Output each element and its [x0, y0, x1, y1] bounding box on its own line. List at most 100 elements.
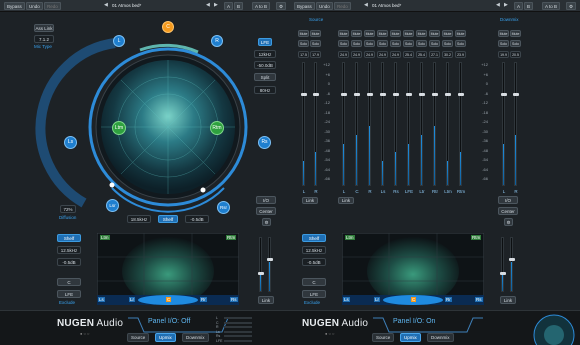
- channel-fader[interactable]: [419, 93, 425, 96]
- mute-button[interactable]: Mute: [351, 30, 362, 37]
- solo-button[interactable]: Solo: [390, 40, 401, 47]
- exclude-c-button[interactable]: C: [302, 278, 326, 286]
- preset-menu-icon[interactable]: ◀: [364, 2, 368, 10]
- io-button[interactable]: I/O: [256, 196, 276, 204]
- mute-button[interactable]: Mute: [510, 30, 521, 37]
- ab-b-button[interactable]: B: [524, 2, 534, 10]
- mute-button[interactable]: Mute: [403, 30, 414, 37]
- lower-shelf-gain[interactable]: -0.5dB: [302, 258, 326, 266]
- exclude-lfe-button[interactable]: LFE: [302, 290, 326, 298]
- reset-gear-icon[interactable]: ⚙: [504, 218, 513, 226]
- mute-button[interactable]: Mute: [455, 30, 466, 37]
- channel-fader[interactable]: [445, 93, 451, 96]
- channel-fader[interactable]: [341, 93, 347, 96]
- speaker-c-icon[interactable]: C: [162, 21, 174, 33]
- solo-button[interactable]: Solo: [364, 40, 375, 47]
- mute-button[interactable]: Mute: [498, 30, 509, 37]
- mute-button[interactable]: Mute: [442, 30, 453, 37]
- tab-source[interactable]: Source: [372, 333, 395, 342]
- split-freq-field[interactable]: 80Hz: [254, 86, 276, 94]
- preset-next-icon[interactable]: ▶: [504, 2, 508, 10]
- speaker-rs-icon[interactable]: Rs: [258, 136, 271, 149]
- center-button[interactable]: Center: [498, 207, 518, 215]
- solo-button[interactable]: Solo: [298, 40, 309, 47]
- speaker-rsr-icon[interactable]: Rsr: [217, 201, 230, 214]
- level-fader[interactable]: [258, 272, 264, 275]
- solo-button[interactable]: Solo: [416, 40, 427, 47]
- shelf-freq-field[interactable]: 18.5kHz: [127, 215, 151, 223]
- tab-downmix[interactable]: Downmix: [182, 333, 209, 342]
- level-fader[interactable]: [509, 258, 515, 261]
- spectrum-display[interactable]: [97, 233, 239, 305]
- lfe-gain-field[interactable]: -50.0dB: [254, 61, 276, 69]
- ab-a-button[interactable]: A: [514, 2, 524, 10]
- reset-gear-icon[interactable]: ⚙: [262, 218, 271, 226]
- solo-button[interactable]: Solo: [510, 40, 521, 47]
- mute-button[interactable]: Mute: [390, 30, 401, 37]
- mute-button[interactable]: Mute: [416, 30, 427, 37]
- lower-shelf-freq[interactable]: 12.5kHz: [57, 246, 81, 254]
- solo-button[interactable]: Solo: [429, 40, 440, 47]
- channels-link-button[interactable]: Link: [338, 197, 354, 204]
- level-fader[interactable]: [500, 272, 506, 275]
- solo-button[interactable]: Solo: [377, 40, 388, 47]
- diffusion-value[interactable]: 72%: [60, 205, 76, 213]
- link-button[interactable]: Link: [258, 296, 274, 304]
- tab-source[interactable]: Source: [127, 333, 150, 342]
- source-link-button[interactable]: Link: [302, 197, 318, 204]
- speaker-l-icon[interactable]: L: [113, 35, 125, 47]
- channel-fader[interactable]: [301, 93, 307, 96]
- mute-button[interactable]: Mute: [310, 30, 321, 37]
- solo-button[interactable]: Solo: [403, 40, 414, 47]
- settings-gear-icon[interactable]: ⚙: [566, 2, 577, 10]
- preset-prev-icon[interactable]: ◀: [496, 2, 500, 10]
- mute-button[interactable]: Mute: [298, 30, 309, 37]
- solo-button[interactable]: Solo: [351, 40, 362, 47]
- shelf-gain-field[interactable]: -0.5dB: [185, 215, 209, 223]
- center-button[interactable]: Center: [256, 207, 276, 215]
- tab-upmix[interactable]: Upmix: [155, 333, 176, 342]
- channel-fader[interactable]: [393, 93, 399, 96]
- channel-fader[interactable]: [380, 93, 386, 96]
- io-button[interactable]: I/O: [498, 196, 518, 204]
- mute-button[interactable]: Mute: [338, 30, 349, 37]
- lower-shelf-button[interactable]: Shelf: [302, 234, 326, 242]
- mic-ltm-icon[interactable]: Ltm: [112, 121, 126, 135]
- exclude-c-button[interactable]: C: [57, 278, 81, 286]
- solo-button[interactable]: Solo: [310, 40, 321, 47]
- mute-button[interactable]: Mute: [377, 30, 388, 37]
- solo-button[interactable]: Solo: [338, 40, 349, 47]
- lower-shelf-freq[interactable]: 12.5kHz: [302, 246, 326, 254]
- channel-fader[interactable]: [354, 93, 360, 96]
- mute-button[interactable]: Mute: [429, 30, 440, 37]
- lower-shelf-button[interactable]: Shelf: [57, 234, 81, 242]
- redo-button[interactable]: Redo: [334, 2, 351, 10]
- channel-fader[interactable]: [367, 93, 373, 96]
- speaker-ls-icon[interactable]: Ls: [64, 136, 77, 149]
- shelf-toggle-button[interactable]: Shelf: [158, 215, 178, 223]
- mute-button[interactable]: Mute: [364, 30, 375, 37]
- tab-upmix[interactable]: Upmix: [400, 333, 421, 342]
- channel-fader[interactable]: [501, 93, 507, 96]
- mic-rtm-icon[interactable]: Rtm: [210, 121, 224, 135]
- lower-shelf-gain[interactable]: -0.5dB: [57, 258, 81, 266]
- preset-name[interactable]: 01 Atmos bed*: [372, 2, 468, 10]
- level-fader[interactable]: [267, 258, 273, 261]
- lfe-toggle-button[interactable]: LFE: [258, 38, 272, 46]
- bypass-button[interactable]: Bypass: [294, 2, 315, 10]
- channel-fader[interactable]: [458, 93, 464, 96]
- solo-button[interactable]: Solo: [498, 40, 509, 47]
- solo-button[interactable]: Solo: [442, 40, 453, 47]
- speaker-lsr-icon[interactable]: Lsr: [106, 199, 119, 212]
- exclude-lfe-button[interactable]: LFE: [57, 290, 81, 298]
- ab-copy-button[interactable]: A to B: [542, 2, 561, 10]
- tab-downmix[interactable]: Downmix: [427, 333, 454, 342]
- link-button[interactable]: Link: [500, 296, 516, 304]
- spectrum-display[interactable]: [342, 233, 484, 305]
- solo-button[interactable]: Solo: [455, 40, 466, 47]
- split-button[interactable]: Split: [254, 73, 276, 81]
- undo-button[interactable]: Undo: [316, 2, 333, 10]
- channel-fader[interactable]: [513, 93, 519, 96]
- lfe-freq-field[interactable]: 12kHz: [254, 50, 276, 58]
- speaker-r-icon[interactable]: R: [211, 35, 223, 47]
